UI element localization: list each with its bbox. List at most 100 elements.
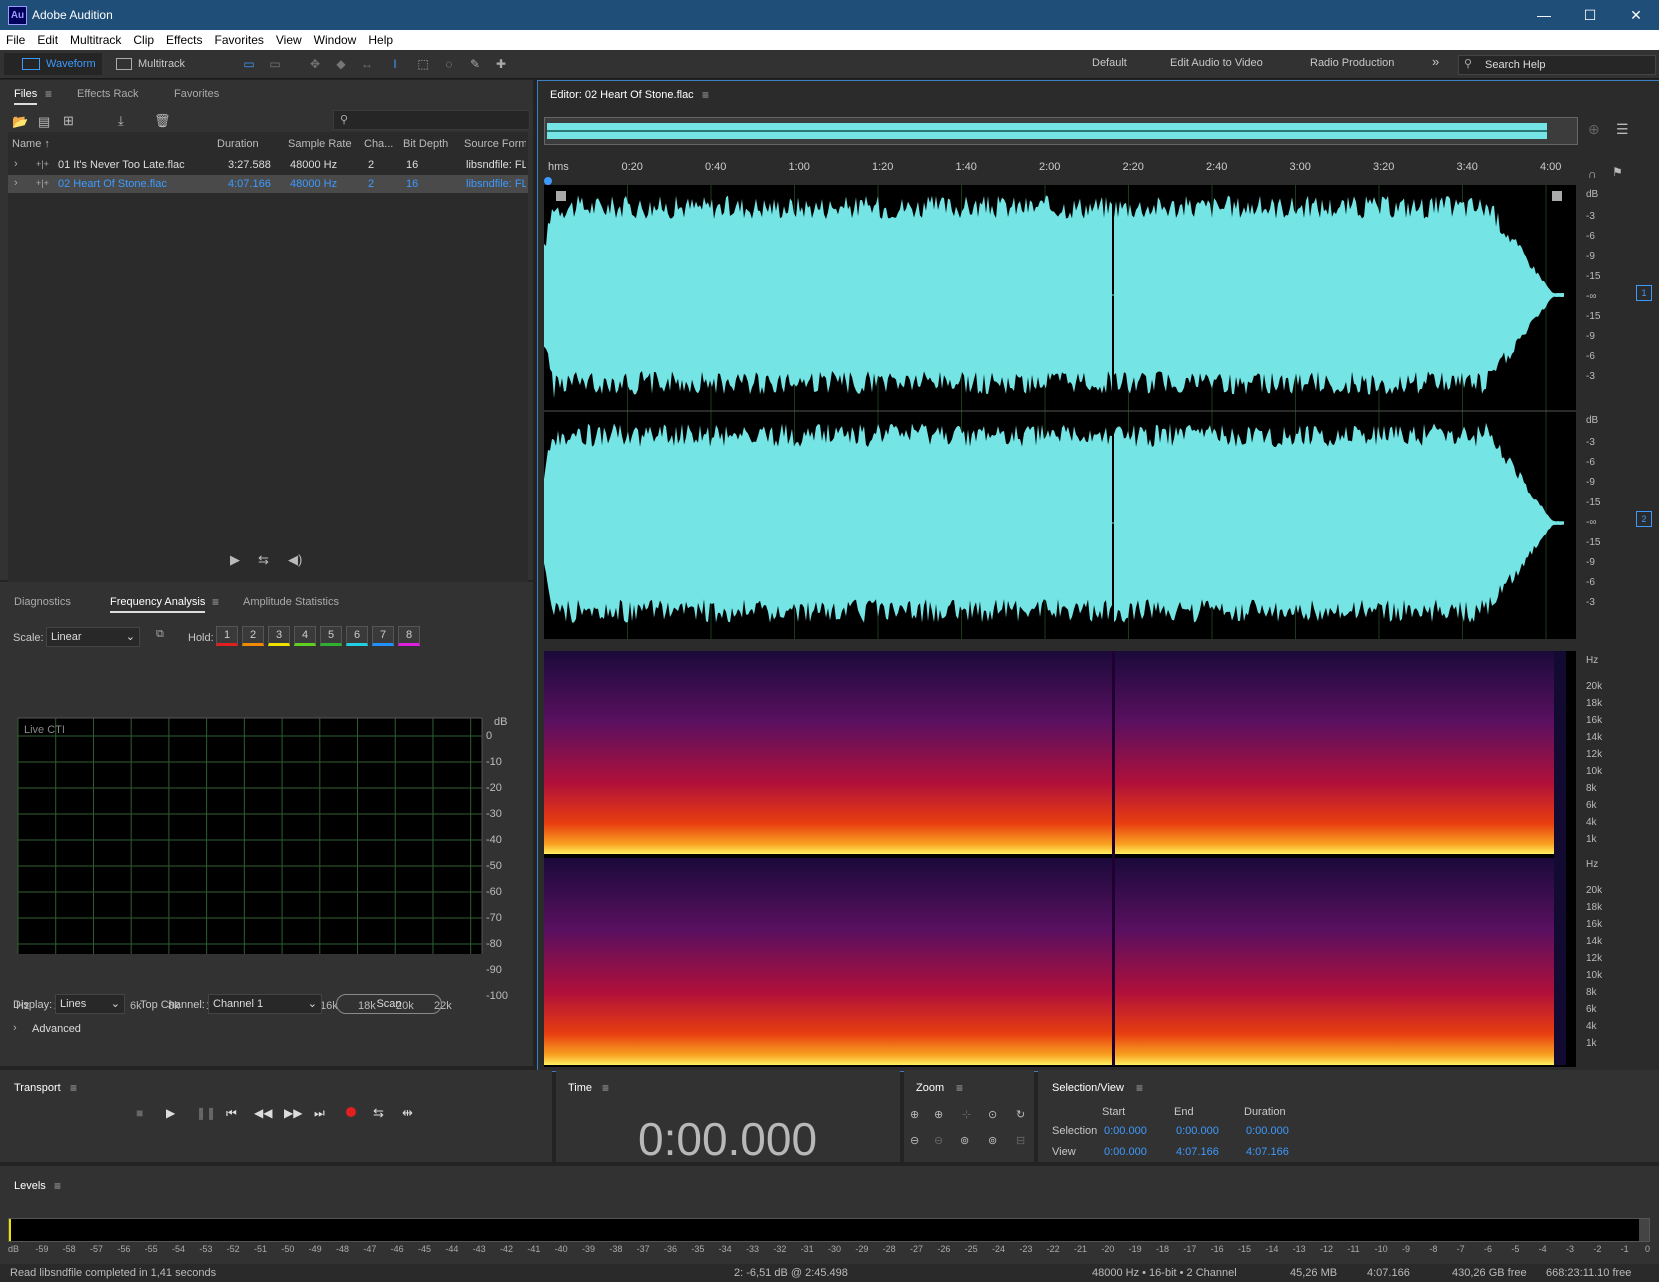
tab-diagnostics[interactable]: Diagnostics [14, 596, 71, 608]
advanced-toggle[interactable]: Advanced [32, 1023, 81, 1035]
column-name[interactable]: Name ↑ [12, 138, 50, 150]
column-duration[interactable]: Duration [217, 138, 259, 150]
skip-selection-icon[interactable]: ⇹ [402, 1105, 413, 1121]
new-file-icon[interactable]: ⊞ [63, 113, 74, 129]
close-button[interactable]: ✕ [1613, 0, 1659, 30]
pin-icon[interactable]: ⚑ [1612, 165, 1623, 179]
selection-duration-field[interactable]: 0:00.000 [1246, 1125, 1289, 1137]
files-search-input[interactable]: ⚲ [333, 110, 530, 130]
menu-view[interactable]: View [270, 30, 308, 50]
zoom-in-time-icon[interactable]: ⊕ [934, 1108, 943, 1121]
display-options-icon[interactable]: ☰ [1616, 121, 1629, 138]
zoom-out-full-icon[interactable]: ⊚ [960, 1134, 969, 1147]
delete-icon[interactable]: 🗑 [154, 113, 171, 129]
insert-into-multitrack-icon[interactable]: ⤓ [118, 113, 124, 129]
files-panel-menu-icon[interactable]: ≡ [45, 87, 52, 101]
stop-icon[interactable]: ■ [136, 1106, 143, 1120]
tab-effects-rack[interactable]: Effects Rack [77, 88, 139, 100]
analysis-panel-menu-icon[interactable]: ≡ [212, 595, 219, 609]
zoom-in-amplitude-icon[interactable]: ⊕ [910, 1108, 919, 1121]
multitrack-view-button[interactable]: Multitrack [112, 53, 202, 75]
move-tool-icon[interactable]: ✥ [306, 55, 324, 73]
zoom-fit-icon[interactable]: ⊟ [1016, 1134, 1025, 1147]
timeline-ruler[interactable]: hms 0:20 0:40 1:00 1:20 1:40 2:00 2:20 2:40 3:00 3… [544, 161, 1576, 185]
tab-files[interactable]: Files [14, 88, 38, 105]
workspace-edit-audio-to-video[interactable]: Edit Audio to Video [1170, 57, 1263, 69]
zoom-out-point-icon[interactable]: ⊚ [988, 1134, 997, 1147]
menu-multitrack[interactable]: Multitrack [64, 30, 127, 50]
levels-menu-icon[interactable]: ≡ [54, 1179, 61, 1193]
brush-tool-icon[interactable]: ✎ [466, 55, 484, 73]
selection-view-menu-icon[interactable]: ≡ [1136, 1081, 1143, 1095]
channel-2-toggle[interactable]: 2 [1636, 511, 1652, 527]
playhead-marker[interactable] [544, 177, 552, 185]
loop-playback-icon[interactable]: ⇆ [373, 1105, 384, 1121]
headphone-icon[interactable]: ∩ [1588, 167, 1597, 181]
editor-menu-icon[interactable]: ≡ [702, 88, 709, 102]
menu-favorites[interactable]: Favorites [209, 30, 270, 50]
advanced-chevron-icon[interactable]: › [13, 1022, 17, 1034]
expand-chevron-icon[interactable]: › [14, 177, 18, 189]
waveform-view-button[interactable]: Waveform [4, 53, 102, 75]
waveform-display-icon[interactable]: ▭ [240, 55, 258, 73]
waveform-display[interactable] [544, 185, 1576, 639]
minimize-button[interactable]: — [1521, 0, 1567, 30]
spectral-display-icon[interactable]: ▭ [266, 55, 284, 73]
zoom-selection-icon[interactable]: ⊹ [962, 1108, 971, 1121]
maximize-button[interactable]: ☐ [1567, 0, 1613, 30]
view-end-field[interactable]: 4:07.166 [1176, 1146, 1219, 1158]
zoom-in-point-icon[interactable]: ⊙ [988, 1108, 997, 1121]
tab-frequency-analysis[interactable]: Frequency Analysis [110, 596, 206, 613]
scan-button[interactable]: Scan [336, 994, 442, 1014]
menu-effects[interactable]: Effects [160, 30, 208, 50]
tab-favorites[interactable]: Favorites [174, 88, 219, 100]
zoom-menu-icon[interactable]: ≡ [956, 1081, 963, 1095]
overview-navigator[interactable] [544, 117, 1578, 145]
table-row[interactable]: › +|+ 01 It's Never Too Late.flac 3:27.5… [8, 156, 528, 174]
fast-forward-icon[interactable]: ▶▶ [284, 1106, 302, 1120]
column-bit-depth[interactable]: Bit Depth [403, 138, 448, 150]
top-channel-dropdown[interactable]: Channel 1 ⌄ [208, 994, 322, 1014]
zoom-out-amplitude-icon[interactable]: ⊖ [910, 1134, 919, 1147]
lasso-tool-icon[interactable]: ◌ [440, 55, 458, 73]
auto-play-icon[interactable]: ◀) [288, 552, 302, 568]
import-file-icon[interactable]: ▤ [38, 114, 50, 130]
slip-tool-icon[interactable]: ↔ [358, 55, 376, 73]
workspace-radio-production[interactable]: Radio Production [1310, 57, 1394, 69]
more-workspaces-button[interactable]: » [1432, 54, 1439, 69]
menu-help[interactable]: Help [362, 30, 399, 50]
menu-edit[interactable]: Edit [31, 30, 64, 50]
zoom-reset-icon[interactable]: ↻ [1016, 1108, 1025, 1121]
search-help-field[interactable]: ⚲ Search Help [1458, 55, 1656, 75]
marquee-tool-icon[interactable]: ⬚ [414, 55, 432, 73]
zoom-out-time-icon[interactable]: ⊖ [934, 1134, 943, 1147]
view-start-field[interactable]: 0:00.000 [1104, 1146, 1147, 1158]
zoom-navigator-icon[interactable]: ⊕ [1588, 121, 1600, 138]
selection-start-field[interactable]: 0:00.000 [1104, 1125, 1147, 1137]
menu-file[interactable]: File [0, 30, 31, 50]
razor-tool-icon[interactable]: ◆ [332, 55, 350, 73]
spectral-display[interactable] [544, 651, 1576, 1067]
play-icon[interactable]: ▶ [166, 1106, 175, 1120]
table-row-selected[interactable]: › +|+ 02 Heart Of Stone.flac 4:07.166 48… [8, 175, 528, 193]
pause-icon[interactable]: ❚❚ [196, 1106, 216, 1120]
selection-end-field[interactable]: 0:00.000 [1176, 1125, 1219, 1137]
menu-clip[interactable]: Clip [127, 30, 160, 50]
rewind-icon[interactable]: ◀◀ [254, 1106, 272, 1120]
fade-in-handle[interactable] [556, 191, 566, 201]
column-source-format[interactable]: Source Form... [464, 138, 526, 150]
column-channels[interactable]: Cha... [364, 138, 393, 150]
record-icon[interactable] [346, 1107, 356, 1117]
expand-chevron-icon[interactable]: › [14, 158, 18, 170]
loop-preview-icon[interactable]: ⇆ [258, 552, 269, 568]
workspace-default[interactable]: Default [1092, 57, 1127, 69]
display-dropdown[interactable]: Lines ⌄ [55, 994, 125, 1014]
view-duration-field[interactable]: 4:07.166 [1246, 1146, 1289, 1158]
fade-out-handle[interactable] [1552, 191, 1562, 201]
transport-menu-icon[interactable]: ≡ [70, 1081, 77, 1095]
clip-indicator[interactable] [1639, 1219, 1649, 1241]
go-to-end-icon[interactable]: ⏭ [314, 1106, 325, 1121]
time-selection-tool-icon[interactable]: I [386, 55, 404, 73]
open-file-icon[interactable]: 📂 [12, 114, 28, 130]
column-sample-rate[interactable]: Sample Rate [288, 138, 352, 150]
